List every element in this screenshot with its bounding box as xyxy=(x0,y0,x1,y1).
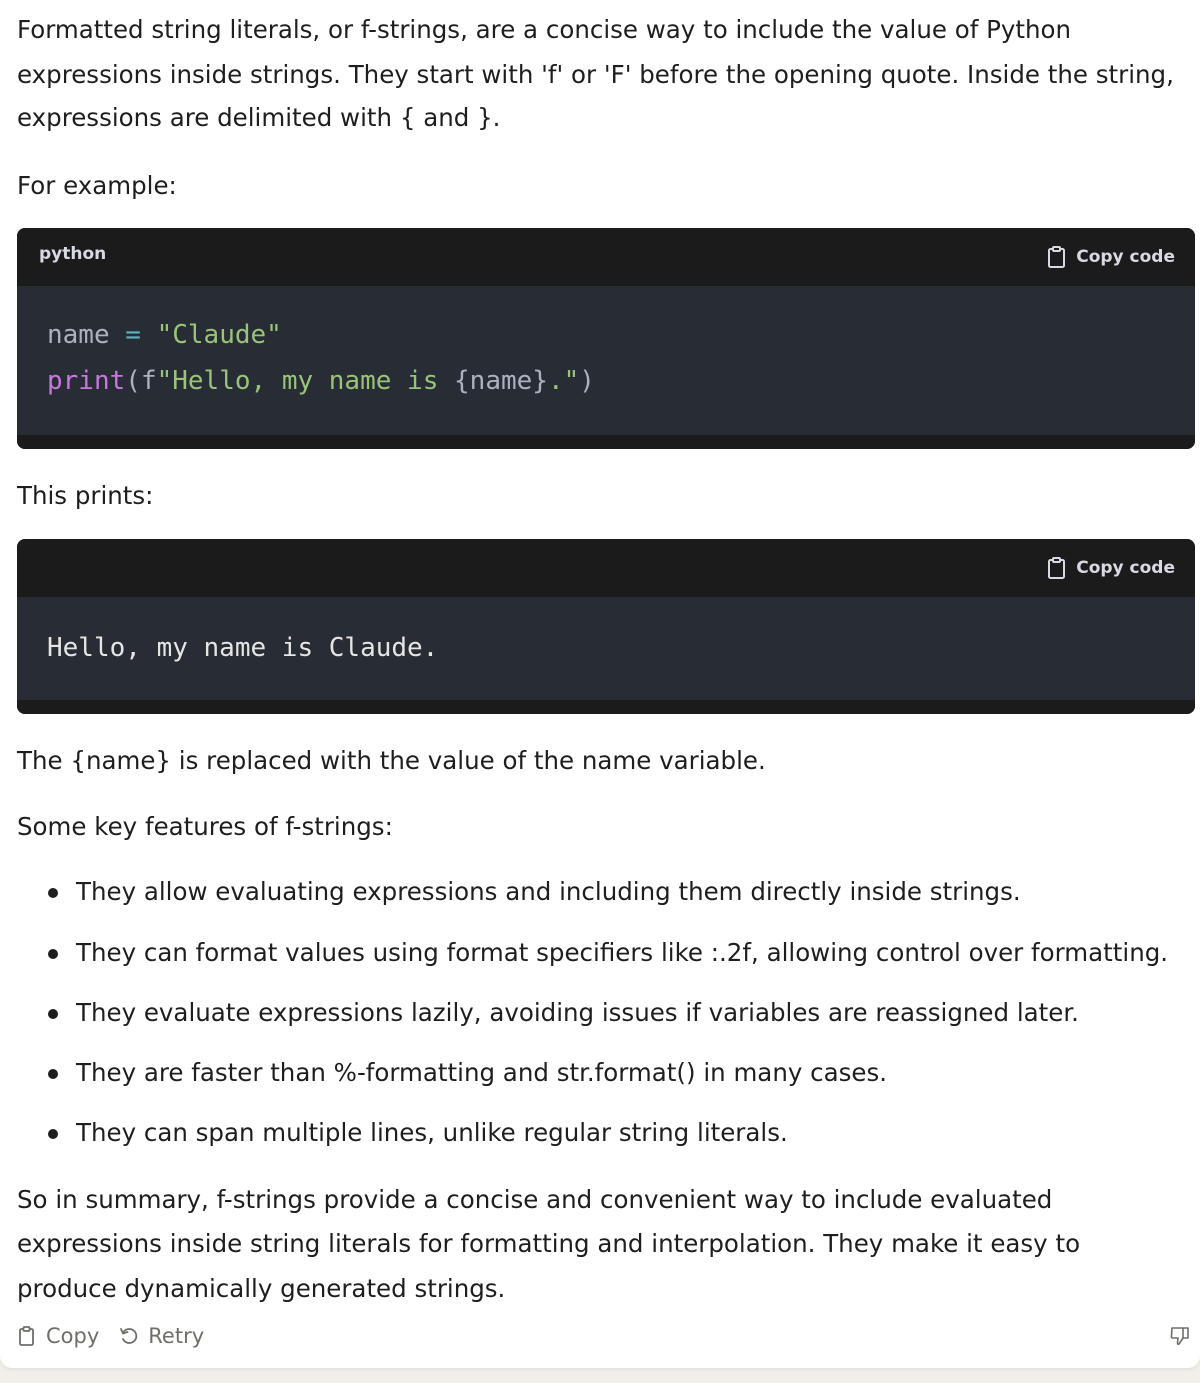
code-token-paren: ( xyxy=(125,366,141,396)
message-actions: Copy Retry xyxy=(17,1320,224,1352)
retry-label: Retry xyxy=(148,1324,205,1348)
bullet xyxy=(48,1069,58,1079)
code-language-label: python xyxy=(39,244,107,264)
code-block-header: python Copy code xyxy=(17,228,1195,286)
summary-line: expressions inside string literals for f… xyxy=(17,1229,1081,1258)
list-item-text: They evaluate expressions lazily, avoidi… xyxy=(76,998,1079,1027)
code-block-python: python Copy code name = "Claude" print(f… xyxy=(17,228,1195,449)
code-block-footer xyxy=(17,700,1195,714)
explanation-text: The {name} is replaced with the value of… xyxy=(17,746,766,775)
code-block-output: Copy code Hello, my name is Claude. xyxy=(17,539,1195,714)
code-token-string: "Claude" xyxy=(156,320,282,350)
bullet xyxy=(48,949,58,959)
assistant-message-card: Formatted string literals, or f-strings,… xyxy=(0,0,1200,1368)
summary-line: So in summary, f-strings provide a conci… xyxy=(17,1185,1053,1214)
code-token-variable: name xyxy=(47,320,110,350)
intro-line: Formatted string literals, or f-strings,… xyxy=(17,15,1072,44)
code-output-line: Hello, my name is Claude. xyxy=(47,633,439,663)
copy-code-button[interactable]: Copy code xyxy=(1046,245,1175,269)
code-line-2: print(f"Hello, my name is {name}.") xyxy=(47,358,595,404)
bullet xyxy=(48,1009,58,1019)
list-item-text: They can format values using format spec… xyxy=(76,938,1169,967)
copy-button[interactable]: Copy xyxy=(17,1324,99,1348)
code-token-operator: = xyxy=(125,320,141,350)
retry-icon xyxy=(120,1328,138,1344)
thumbs-down-icon xyxy=(1170,1327,1189,1346)
code-line-1: name = "Claude" xyxy=(47,312,282,358)
copy-label: Copy xyxy=(46,1324,100,1348)
list-item-text: They allow evaluating expressions and in… xyxy=(76,877,1021,906)
features-heading: Some key features of f-strings: xyxy=(17,812,393,841)
code-token-string: "Hello, my name is xyxy=(156,366,455,396)
bullet xyxy=(48,888,58,898)
intro-line: expressions inside strings. They start w… xyxy=(17,60,1174,89)
clipboard-icon xyxy=(1048,557,1066,579)
bullet xyxy=(48,1129,58,1139)
for-example-text: For example: xyxy=(17,171,177,200)
code-body: name = "Claude" print(f"Hello, my name i… xyxy=(17,286,1195,435)
code-token-function: print xyxy=(47,366,126,396)
clipboard-icon xyxy=(19,1326,34,1346)
code-token-interpolation: {name} xyxy=(454,366,548,396)
this-prints-text: This prints: xyxy=(17,481,154,510)
code-block-footer xyxy=(17,435,1195,449)
summary-line: produce dynamically generated strings. xyxy=(17,1274,506,1303)
list-item-text: They can span multiple lines, unlike reg… xyxy=(76,1118,788,1147)
code-token-paren: ) xyxy=(579,366,595,396)
code-token-fprefix: f xyxy=(140,366,157,396)
copy-code-label: Copy code xyxy=(1076,247,1175,267)
list-item-text: They are faster than %-formatting and st… xyxy=(76,1058,888,1087)
intro-line: expressions are delimited with { and }. xyxy=(17,103,501,132)
clipboard-icon xyxy=(1048,246,1066,268)
retry-button[interactable]: Retry xyxy=(119,1324,204,1348)
copy-code-label: Copy code xyxy=(1076,558,1175,578)
code-block-header: Copy code xyxy=(17,539,1195,597)
thumbs-down-button[interactable] xyxy=(1168,1324,1192,1348)
code-token-string: ." xyxy=(547,366,580,396)
copy-code-button[interactable]: Copy code xyxy=(1046,556,1175,580)
code-body: Hello, my name is Claude. xyxy=(17,597,1195,700)
